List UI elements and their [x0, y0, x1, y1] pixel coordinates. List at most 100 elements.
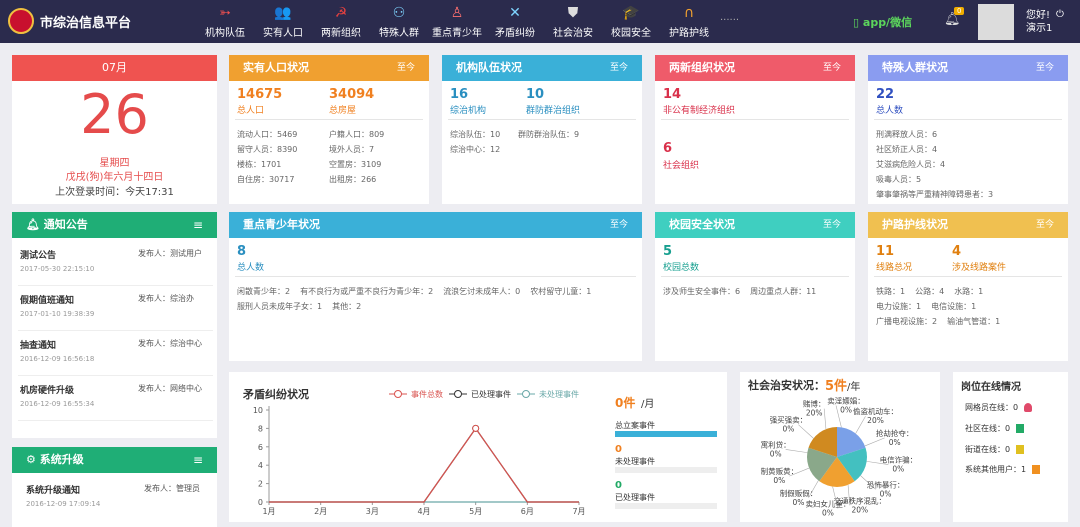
detail-item: 服刑人员未成年子女：1: [237, 302, 323, 311]
pie-label: 恐怖暴行：: [867, 479, 905, 489]
detail-row: 综治中心：12: [450, 142, 635, 157]
nav-people[interactable]: 👥 实有人口: [254, 0, 312, 43]
population-details: 流动人口：5469 户籍人口：809 留守人员：8390 境外人员：7 楼栋：1701 空…: [237, 127, 422, 187]
series-point: [472, 424, 480, 432]
dispute-total-progress-fill: [615, 431, 717, 437]
detail-item: 电力设施：1: [876, 302, 922, 311]
nav-label: 特殊人群: [379, 28, 419, 39]
conflict-icon: ✕: [509, 5, 521, 21]
notice-item[interactable]: 测试公告 发布人：测试用户 2017-05-30 22:15:10: [18, 242, 213, 286]
calendar-day: 26: [80, 83, 149, 146]
dispute-card: 矛盾纠纷状况 事件总数 已处理事件 未处理事件 0 2 4 6 8 10 1月 2月 3月 4月 5月 6月…: [229, 372, 727, 522]
upgrade-item[interactable]: 系统升级通知 发布人：管理员 2016-12-09 17:09:14: [24, 477, 219, 521]
legend-marker-0: [394, 390, 402, 398]
organization-inst-value: 16: [450, 87, 469, 102]
more-menu[interactable]: ......: [720, 12, 739, 23]
nav-police-badge[interactable]: ⛊ 社会治安: [544, 0, 602, 43]
notice-title: 机房硬件升级: [20, 386, 75, 396]
pie-label-line: [798, 424, 814, 439]
youth-icon: ♙: [450, 5, 464, 21]
username[interactable]: 演示1: [1026, 22, 1052, 35]
detail-row: 流动人口：5469 户籍人口：809: [237, 127, 422, 142]
detail-item: 吸毒人员：5: [876, 175, 922, 184]
power-icon[interactable]: ⏻: [1056, 9, 1064, 20]
detail-item: 户籍人口：809: [329, 130, 385, 139]
greeting-text: 您好!: [1026, 10, 1051, 21]
detail-item: 广播电视设施：2: [876, 317, 938, 326]
pie-value: 20%: [851, 505, 868, 514]
series-line-1: [269, 427, 579, 503]
nav-party-emblem[interactable]: ☭ 两新组织: [312, 0, 370, 43]
social-org-value: 6: [663, 141, 673, 156]
notice-date: 2017-01-10 19:38:39: [20, 310, 95, 318]
road-title: 护路护线状况: [882, 218, 948, 231]
organization-card[interactable]: 机构队伍状况 至今 16 综治机构 10 群防群治组织 综治队伍：10 群防群治队伍…: [442, 55, 642, 204]
road-details: 铁路：1 公路：4 水路：1 电力设施：1 电信设施：1 广播电视设施：2 输油气管道：1: [876, 284, 1064, 329]
population-total-label: 总人口: [237, 106, 265, 116]
detail-item: 楼栋：1701: [237, 160, 282, 169]
detail-row: 综治队伍：10 群防群治队伍：9: [450, 127, 635, 142]
road-tag: 至今: [1035, 220, 1054, 230]
menu-icon[interactable]: ≡: [193, 212, 203, 238]
online-card: 岗位在线情况 网格员在线：0 社区在线：0 街道在线：0 系统其他用户：1: [953, 372, 1068, 522]
campus-card[interactable]: 校园安全状况 至今 5 校园总数 涉及师生安全事件：6 周边重点人群：11: [655, 212, 855, 361]
phone-icon: [1016, 445, 1025, 454]
road-card[interactable]: 护路护线状况 至今 11 线路总况 4 涉及线路案件 铁路：1 公路：4 水路：1 电力…: [868, 212, 1068, 361]
notice-header: 🔔︎ 通知公告 ≡: [12, 212, 217, 238]
youth-tag: 至今: [609, 220, 628, 230]
detail-row: 艾滋病危险人员：4 吸毒人员：5: [876, 157, 1064, 187]
app-wechat-label: app/微信: [862, 16, 913, 29]
online-row: 街道在线：0: [965, 444, 1025, 455]
notice-item[interactable]: 抽查通知 发布人：综治中心 2016-12-09 16:56:18: [18, 332, 213, 376]
nav-graduation-cap[interactable]: 🎓 校园安全: [602, 0, 660, 43]
security-pie-chart: 交通秩序混乱：20%卖妇女儿童：0%制假贩假：0%制黄贩黄：0%寓利贷：0%强买…: [761, 396, 918, 518]
notice-publisher: 发布人：测试用户: [138, 249, 202, 258]
two-new-card[interactable]: 两新组织状况 至今 14 非公有制经济组织 6 社会组织: [655, 55, 855, 204]
nav-group[interactable]: ⚇ 特殊人群: [370, 0, 428, 43]
pie-value: 0%: [892, 465, 904, 474]
notice-item[interactable]: 机房硬件升级 发布人：网络中心 2016-12-09 16:55:34: [18, 377, 213, 421]
users-icon: [1032, 465, 1041, 474]
x-tick-label: 6月: [521, 507, 534, 516]
dispute-pending-progress: [615, 467, 717, 473]
x-tick-label: 1月: [262, 507, 275, 516]
upgrade-publisher: 发布人：管理员: [144, 484, 200, 493]
detail-item: 有不良行为或严重不良行为青少年：2: [300, 287, 434, 296]
pie-label: 卖淫嫖娼：: [827, 396, 865, 406]
pie-label-line: [823, 408, 827, 430]
nav-conflict[interactable]: ✕ 矛盾纠纷: [486, 0, 544, 43]
avatar[interactable]: [978, 4, 1014, 40]
youth-card[interactable]: 重点青少年状况 至今 8 总人数 闲散青少年：2 有不良行为或严重不良行为青少年：2…: [229, 212, 642, 361]
legend-marker-2: [522, 390, 530, 398]
upgrade-title-text: 系统升级通知: [26, 486, 81, 496]
notice-item[interactable]: 假期值班通知 发布人：综治办 2017-01-10 19:38:39: [18, 287, 213, 331]
nav-arch[interactable]: ∩ 护路护线: [660, 0, 718, 43]
nav-label: 两新组织: [321, 28, 361, 39]
pie-value: 20%: [867, 416, 884, 425]
nav-label: 重点青少年: [432, 28, 482, 39]
pie-label: 电信诈骗：: [880, 455, 918, 465]
population-card[interactable]: 实有人口状况 至今 14675 总人口 34094 总房屋 流动人口：5469 户籍…: [229, 55, 429, 204]
graduation-cap-icon: 🎓: [622, 5, 640, 21]
organization-details: 综治队伍：10 群防群治队伍：9 综治中心：12: [450, 127, 635, 157]
special-title: 特殊人群状况: [882, 61, 948, 74]
phone-icon: ▯: [853, 16, 863, 29]
app-wechat-link[interactable]: ▯ app/微信: [853, 14, 912, 30]
detail-item: 艾滋病危险人员：4: [876, 160, 946, 169]
online-label: 系统其他用户：1: [965, 465, 1027, 474]
upgrade-menu-icon[interactable]: ≡: [193, 447, 203, 473]
nav-banner[interactable]: ➳ 机构队伍: [196, 0, 254, 43]
organization-team-label: 群防群治组织: [526, 106, 581, 116]
upgrade-title: 系统升级: [39, 453, 84, 466]
special-card[interactable]: 特殊人群状况 至今 22 总人数 刑满释放人员：6 社区矫正人员：4 艾滋病危险人员：…: [868, 55, 1068, 204]
detail-item: 其他：2: [332, 302, 362, 311]
detail-item: 输油气管道：1: [947, 317, 1001, 326]
pie-label: 制假贩假：: [780, 488, 818, 498]
top-bar: 市综治信息平台 ➳ 机构队伍 👥 实有人口 ☭ 两新组织 ⚇ 特殊人群 ♙ 重点青少年 ✕ 矛盾纠纷 ⛊…: [0, 0, 1080, 43]
road-lines-value: 11: [876, 244, 895, 259]
notice-date: 2017-05-30 22:15:10: [20, 265, 95, 273]
road-cases-label: 涉及线路案件: [952, 263, 1007, 273]
nav-youth[interactable]: ♙ 重点青少年: [428, 0, 486, 43]
notice-publisher: 发布人：网络中心: [138, 384, 202, 393]
two-new-tag: 至今: [822, 63, 841, 73]
